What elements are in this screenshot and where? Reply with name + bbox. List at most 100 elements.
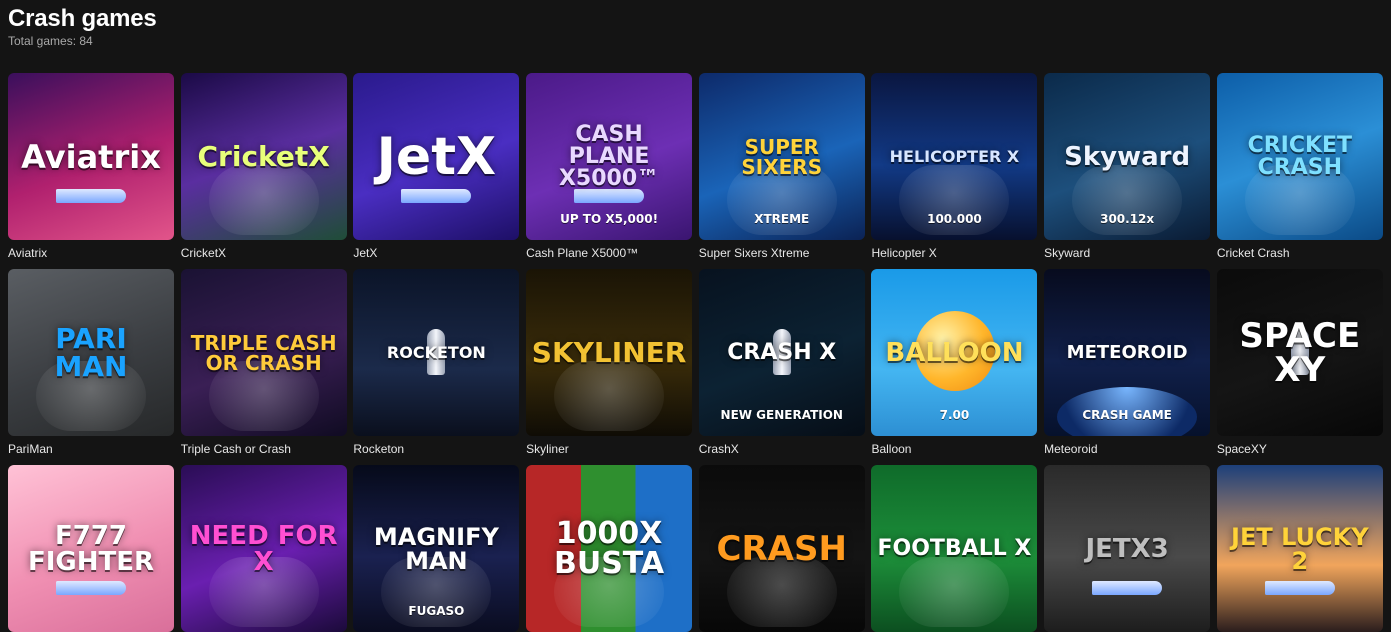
game-name[interactable]: JetX (353, 246, 519, 260)
game-name[interactable]: Triple Cash or Crash (181, 442, 347, 456)
game-card[interactable]: CRASH X NEW GENERATION CrashX (698, 269, 865, 465)
game-thumbnail-title: PARI MAN (54, 321, 128, 383)
game-thumbnail[interactable]: HELICOPTER X 100.000 (871, 73, 1038, 240)
game-thumbnail-title: 1000X BUSTA (553, 515, 665, 581)
game-thumbnail[interactable]: CRICKET CRASH (1216, 73, 1383, 240)
cricket-bat-icon (208, 165, 319, 235)
game-thumbnail-title: ROCKETON (386, 342, 486, 362)
game-card[interactable]: SKYLINER Skyliner (526, 269, 693, 465)
game-thumbnail-title: CRICKET CRASH (1247, 132, 1353, 180)
game-thumbnail[interactable]: JetX (353, 73, 520, 240)
game-card[interactable]: BALLOON 7.00 Balloon (871, 269, 1038, 465)
page-header: Crash games Total games: 84 (8, 4, 157, 48)
game-name[interactable]: CricketX (181, 246, 347, 260)
game-thumbnail[interactable]: ROCKETON (353, 269, 520, 436)
game-card[interactable]: Aviatrix Aviatrix (8, 73, 174, 269)
game-thumbnail-title: SPACE XY (1239, 315, 1361, 390)
game-thumbnail-title: Aviatrix (21, 137, 161, 176)
airship-icon (554, 361, 665, 431)
game-card[interactable]: SPACE XY SpaceXY (1216, 269, 1383, 465)
game-thumbnail[interactable]: TRIPLE CASH OR CRASH (180, 269, 347, 436)
game-thumbnail[interactable]: Skyward 300.12x (1044, 73, 1211, 240)
jet-icon (401, 189, 472, 203)
crash-games-page: Crash games Total games: 84 Aviatrix Avia… (0, 0, 1391, 632)
game-thumbnail[interactable]: Aviatrix (8, 73, 174, 240)
game-thumbnail-title: SKYLINER (531, 335, 687, 369)
game-name[interactable]: Meteoroid (1044, 442, 1210, 456)
game-thumbnail-title: TRIPLE CASH OR CRASH (190, 330, 337, 375)
game-thumbnail-title: F777 FIGHTER (27, 520, 155, 577)
game-thumbnail[interactable]: SUPER SIXERS XTREME (698, 73, 865, 240)
game-card[interactable]: JET LUCKY 2Jet Lucky 2 (1216, 465, 1383, 632)
game-card[interactable]: PARI MAN PariMan (8, 269, 174, 465)
game-card[interactable]: HELICOPTER X 100.000 Helicopter X (871, 73, 1038, 269)
game-thumbnail[interactable]: NEED FOR X (180, 465, 347, 632)
game-thumbnail[interactable]: CASH PLANE X5000™ UP TO X5,000! (526, 73, 693, 240)
game-thumbnail-title: CricketX (197, 139, 330, 173)
games-grid: Aviatrix Aviatrix CricketX CricketX JetX JetX… (8, 73, 1383, 632)
game-thumbnail-title: Skyward (1064, 141, 1191, 172)
game-thumbnail-subtitle: 7.00 (939, 408, 970, 422)
game-thumbnail[interactable]: CRASH X NEW GENERATION (698, 269, 865, 436)
game-thumbnail-title: CRASH X (727, 339, 837, 365)
game-name[interactable]: Rocketon (353, 442, 519, 456)
game-thumbnail[interactable]: SPACE XY (1216, 269, 1383, 436)
game-thumbnail[interactable]: SKYLINER (526, 269, 693, 436)
game-thumbnail[interactable]: 1000X BUSTA (526, 465, 693, 632)
game-thumbnail-subtitle: CRASH GAME (1082, 408, 1172, 422)
game-thumbnail[interactable]: JETX3 (1044, 465, 1211, 632)
game-name[interactable]: CrashX (699, 442, 865, 456)
game-thumbnail-title: SUPER SIXERS (741, 134, 823, 179)
game-card[interactable]: ROCKETON Rocketon (353, 269, 520, 465)
game-card[interactable]: CRICKET CRASH Cricket Crash (1216, 73, 1383, 269)
game-name[interactable]: Cricket Crash (1217, 246, 1383, 260)
game-card[interactable]: CASH PLANE X5000™ UP TO X5,000! Cash Plane… (526, 73, 693, 269)
plane-icon (574, 189, 645, 203)
game-thumbnail-title: FOOTBALL X (877, 535, 1032, 561)
game-name[interactable]: PariMan (8, 442, 174, 456)
game-thumbnail-title: CRASH (716, 528, 847, 569)
game-card[interactable]: TRIPLE CASH OR CRASH Triple Cash or Crash (180, 269, 347, 465)
game-name[interactable]: Cash Plane X5000™ (526, 246, 692, 260)
game-card[interactable]: JetX JetX (353, 73, 520, 269)
game-card[interactable]: 1000X BUSTA1000x Busta (526, 465, 693, 632)
game-thumbnail-subtitle: 100.000 (927, 212, 982, 226)
game-name[interactable]: Balloon (871, 442, 1037, 456)
game-card[interactable]: MAGNIFY MANFUGASOMagnify Man (353, 465, 520, 632)
game-thumbnail[interactable]: CRASH (698, 465, 865, 632)
game-card[interactable]: F777 FIGHTERF777 Fighter (8, 465, 174, 632)
game-name[interactable]: Helicopter X (871, 246, 1037, 260)
game-thumbnail[interactable]: PARI MAN (8, 269, 174, 436)
game-thumbnail-title: MAGNIFY MAN (373, 522, 499, 575)
game-card[interactable]: Skyward 300.12x Skyward (1044, 73, 1211, 269)
game-card[interactable]: NEED FOR XNeed for X (180, 465, 347, 632)
game-card[interactable]: JETX3JetX3 (1044, 465, 1211, 632)
football-icon (899, 557, 1010, 627)
game-name[interactable]: Skyliner (526, 442, 692, 456)
game-thumbnail-title: HELICOPTER X (889, 146, 1020, 166)
jet-icon (1264, 581, 1335, 595)
game-thumbnail-title: JET LUCKY 2 (1231, 522, 1369, 575)
game-thumbnail-title: BALLOON (885, 337, 1024, 368)
game-thumbnail[interactable]: CricketX (180, 73, 347, 240)
game-thumbnail[interactable]: JET LUCKY 2 (1216, 465, 1383, 632)
page-title: Crash games (8, 5, 157, 32)
game-thumbnail[interactable]: MAGNIFY MAN FUGASO (353, 465, 520, 632)
game-thumbnail[interactable]: BALLOON 7.00 (871, 269, 1038, 436)
game-name[interactable]: SpaceXY (1217, 442, 1383, 456)
game-name[interactable]: Super Sixers Xtreme (699, 246, 865, 260)
plane-icon (56, 189, 126, 203)
game-thumbnail-subtitle: FUGASO (408, 604, 465, 618)
game-thumbnail[interactable]: METEOROID CRASH GAME (1044, 269, 1211, 436)
game-name[interactable]: Aviatrix (8, 246, 174, 260)
game-card[interactable]: CricketX CricketX (180, 73, 347, 269)
game-card[interactable]: METEOROID CRASH GAME Meteoroid (1044, 269, 1211, 465)
game-card[interactable]: CRASHCrash (698, 465, 865, 632)
game-card[interactable]: FOOTBALL XFootball X (871, 465, 1038, 632)
game-thumbnail[interactable]: FOOTBALL X (871, 465, 1038, 632)
jet-icon (56, 581, 126, 595)
game-card[interactable]: SUPER SIXERS XTREME Super Sixers Xtreme (698, 73, 865, 269)
game-name[interactable]: Skyward (1044, 246, 1210, 260)
game-thumbnail-title: JETX3 (1085, 533, 1169, 564)
game-thumbnail[interactable]: F777 FIGHTER (8, 465, 174, 632)
